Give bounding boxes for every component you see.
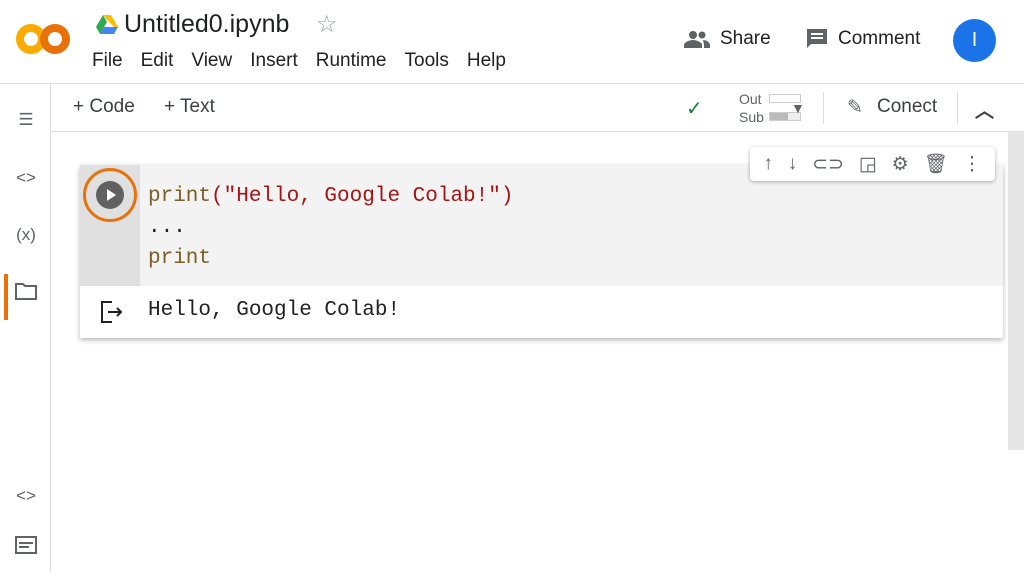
mirror-cell-icon[interactable]: ◲: [859, 153, 877, 176]
code-editor[interactable]: print("Hello, Google Colab!") ... print: [140, 165, 1003, 286]
move-down-icon[interactable]: ↓: [788, 153, 798, 175]
disk-label: Sub: [739, 109, 764, 125]
gear-icon[interactable]: ⚙: [892, 153, 909, 176]
move-up-icon[interactable]: ↑: [763, 153, 773, 175]
menu-insert[interactable]: Insert: [250, 50, 298, 72]
menu-edit[interactable]: Edit: [141, 50, 174, 72]
cell-toolbar: ↑ ↓ ⊂⊃ ◲ ⚙ 🗑 ⋮: [750, 147, 995, 181]
code-line: ...: [148, 216, 186, 239]
code-line: print("Hello, Google Colab!"): [148, 185, 514, 208]
output-icon[interactable]: [100, 301, 124, 323]
add-code-button[interactable]: + Code: [73, 96, 135, 118]
code-line: print: [148, 247, 212, 270]
terminal-icon[interactable]: [13, 536, 39, 562]
menu-help[interactable]: Help: [467, 50, 506, 72]
toolbar: + Code + Text ✓ Out Sub ▼ ✎ Conect ︿: [51, 84, 1024, 132]
cell-gutter: [80, 165, 140, 286]
menu-view[interactable]: View: [191, 50, 232, 72]
ram-label: Out: [739, 91, 762, 107]
menu-bar: File Edit View Insert Runtime Tools Help: [92, 50, 506, 72]
menu-runtime[interactable]: Runtime: [316, 50, 387, 72]
share-label: Share: [720, 28, 771, 49]
comment-label: Comment: [838, 28, 921, 49]
folder-icon[interactable]: [13, 282, 39, 308]
scrollbar[interactable]: [1008, 132, 1024, 450]
divider: [957, 92, 958, 124]
menu-file[interactable]: File: [92, 50, 123, 72]
header: Untitled0.ipynb ☆ File Edit View Insert …: [0, 0, 1024, 84]
check-icon: ✓: [686, 98, 703, 120]
run-button[interactable]: [96, 181, 124, 209]
pencil-icon: ✎: [847, 97, 863, 118]
menu-tools[interactable]: Tools: [405, 50, 449, 72]
people-icon: [684, 31, 710, 48]
code-snippets-icon[interactable]: <>: [13, 168, 39, 194]
add-text-button[interactable]: + Text: [164, 96, 215, 118]
active-indicator: [4, 274, 8, 320]
connect-button[interactable]: Conect: [877, 96, 937, 118]
link-icon[interactable]: ⊂⊃: [812, 153, 844, 176]
cell-output: Hello, Google Colab!: [80, 286, 1003, 338]
share-button[interactable]: Share: [684, 28, 771, 50]
code-cell[interactable]: print("Hello, Google Colab!") ... print …: [80, 165, 1003, 338]
divider: [823, 92, 824, 124]
toc-icon[interactable]: ☰: [13, 110, 39, 136]
play-icon: [107, 189, 116, 201]
colab-logo[interactable]: [16, 22, 72, 56]
variables-icon[interactable]: (x): [13, 225, 39, 251]
notebook-title[interactable]: Untitled0.ipynb: [124, 10, 289, 39]
code-icon[interactable]: <>: [13, 486, 39, 512]
comment-button[interactable]: Comment: [806, 28, 920, 50]
output-text: Hello, Google Colab!: [148, 299, 401, 322]
drive-icon[interactable]: [96, 15, 118, 34]
sidebar: ☰ <> (x) <>: [0, 84, 51, 572]
avatar[interactable]: I: [953, 19, 996, 62]
delete-icon[interactable]: 🗑: [924, 152, 948, 176]
dropdown-icon[interactable]: ▼: [791, 100, 805, 116]
resource-indicator[interactable]: Out Sub: [739, 90, 801, 126]
more-icon[interactable]: ⋮: [963, 153, 982, 176]
star-icon[interactable]: ☆: [316, 10, 338, 39]
collapse-icon[interactable]: ︿: [975, 96, 994, 123]
comment-icon: [807, 29, 827, 48]
